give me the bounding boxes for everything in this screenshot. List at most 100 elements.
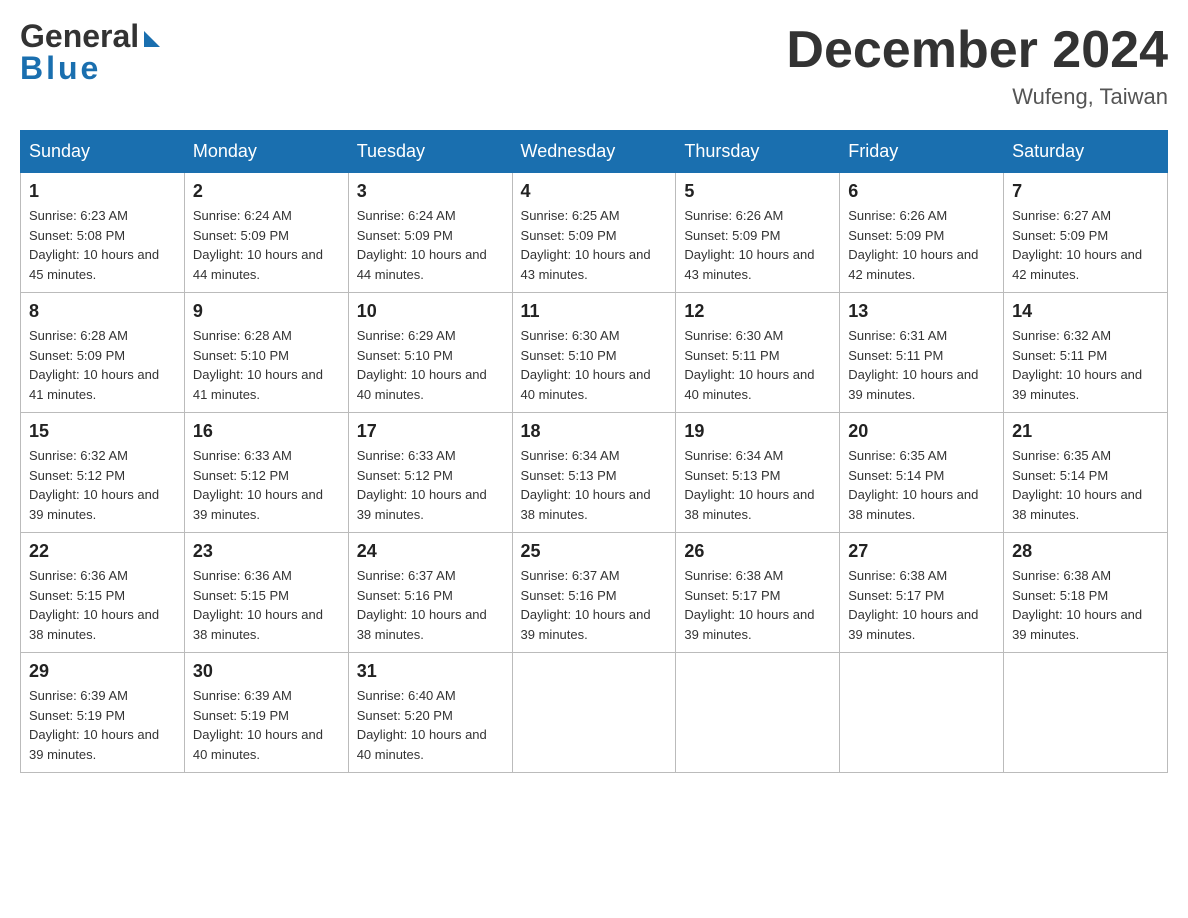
day-info: Sunrise: 6:28 AM Sunset: 5:10 PM Dayligh… bbox=[193, 326, 340, 404]
table-row: 9 Sunrise: 6:28 AM Sunset: 5:10 PM Dayli… bbox=[184, 293, 348, 413]
calendar-week-4: 22 Sunrise: 6:36 AM Sunset: 5:15 PM Dayl… bbox=[21, 533, 1168, 653]
table-row: 31 Sunrise: 6:40 AM Sunset: 5:20 PM Dayl… bbox=[348, 653, 512, 773]
table-row: 20 Sunrise: 6:35 AM Sunset: 5:14 PM Dayl… bbox=[840, 413, 1004, 533]
day-info: Sunrise: 6:37 AM Sunset: 5:16 PM Dayligh… bbox=[357, 566, 504, 644]
calendar-week-1: 1 Sunrise: 6:23 AM Sunset: 5:08 PM Dayli… bbox=[21, 173, 1168, 293]
day-number: 20 bbox=[848, 421, 995, 442]
day-info: Sunrise: 6:26 AM Sunset: 5:09 PM Dayligh… bbox=[848, 206, 995, 284]
day-number: 14 bbox=[1012, 301, 1159, 322]
day-info: Sunrise: 6:36 AM Sunset: 5:15 PM Dayligh… bbox=[193, 566, 340, 644]
day-number: 3 bbox=[357, 181, 504, 202]
day-number: 18 bbox=[521, 421, 668, 442]
day-number: 11 bbox=[521, 301, 668, 322]
page-header: General Blue December 2024 Wufeng, Taiwa… bbox=[20, 20, 1168, 110]
day-info: Sunrise: 6:27 AM Sunset: 5:09 PM Dayligh… bbox=[1012, 206, 1159, 284]
table-row: 14 Sunrise: 6:32 AM Sunset: 5:11 PM Dayl… bbox=[1004, 293, 1168, 413]
day-info: Sunrise: 6:39 AM Sunset: 5:19 PM Dayligh… bbox=[29, 686, 176, 764]
col-thursday: Thursday bbox=[676, 131, 840, 173]
table-row: 2 Sunrise: 6:24 AM Sunset: 5:09 PM Dayli… bbox=[184, 173, 348, 293]
day-info: Sunrise: 6:38 AM Sunset: 5:17 PM Dayligh… bbox=[684, 566, 831, 644]
day-info: Sunrise: 6:25 AM Sunset: 5:09 PM Dayligh… bbox=[521, 206, 668, 284]
logo-blue-text: Blue bbox=[20, 52, 160, 84]
table-row: 28 Sunrise: 6:38 AM Sunset: 5:18 PM Dayl… bbox=[1004, 533, 1168, 653]
day-number: 28 bbox=[1012, 541, 1159, 562]
day-info: Sunrise: 6:35 AM Sunset: 5:14 PM Dayligh… bbox=[1012, 446, 1159, 524]
day-number: 12 bbox=[684, 301, 831, 322]
day-number: 2 bbox=[193, 181, 340, 202]
day-number: 19 bbox=[684, 421, 831, 442]
calendar-header-row: Sunday Monday Tuesday Wednesday Thursday… bbox=[21, 131, 1168, 173]
table-row: 24 Sunrise: 6:37 AM Sunset: 5:16 PM Dayl… bbox=[348, 533, 512, 653]
table-row: 17 Sunrise: 6:33 AM Sunset: 5:12 PM Dayl… bbox=[348, 413, 512, 533]
day-info: Sunrise: 6:39 AM Sunset: 5:19 PM Dayligh… bbox=[193, 686, 340, 764]
day-number: 27 bbox=[848, 541, 995, 562]
day-number: 21 bbox=[1012, 421, 1159, 442]
table-row: 30 Sunrise: 6:39 AM Sunset: 5:19 PM Dayl… bbox=[184, 653, 348, 773]
col-sunday: Sunday bbox=[21, 131, 185, 173]
day-info: Sunrise: 6:30 AM Sunset: 5:10 PM Dayligh… bbox=[521, 326, 668, 404]
day-info: Sunrise: 6:26 AM Sunset: 5:09 PM Dayligh… bbox=[684, 206, 831, 284]
day-info: Sunrise: 6:38 AM Sunset: 5:17 PM Dayligh… bbox=[848, 566, 995, 644]
day-number: 6 bbox=[848, 181, 995, 202]
logo-arrow-icon bbox=[144, 31, 160, 47]
table-row bbox=[1004, 653, 1168, 773]
table-row: 18 Sunrise: 6:34 AM Sunset: 5:13 PM Dayl… bbox=[512, 413, 676, 533]
calendar-week-2: 8 Sunrise: 6:28 AM Sunset: 5:09 PM Dayli… bbox=[21, 293, 1168, 413]
day-number: 13 bbox=[848, 301, 995, 322]
col-monday: Monday bbox=[184, 131, 348, 173]
table-row bbox=[840, 653, 1004, 773]
day-number: 9 bbox=[193, 301, 340, 322]
col-tuesday: Tuesday bbox=[348, 131, 512, 173]
logo: General Blue bbox=[20, 20, 160, 84]
table-row: 29 Sunrise: 6:39 AM Sunset: 5:19 PM Dayl… bbox=[21, 653, 185, 773]
table-row: 27 Sunrise: 6:38 AM Sunset: 5:17 PM Dayl… bbox=[840, 533, 1004, 653]
logo-general-text: General bbox=[20, 20, 139, 52]
table-row: 10 Sunrise: 6:29 AM Sunset: 5:10 PM Dayl… bbox=[348, 293, 512, 413]
table-row: 8 Sunrise: 6:28 AM Sunset: 5:09 PM Dayli… bbox=[21, 293, 185, 413]
day-number: 10 bbox=[357, 301, 504, 322]
table-row: 3 Sunrise: 6:24 AM Sunset: 5:09 PM Dayli… bbox=[348, 173, 512, 293]
day-info: Sunrise: 6:36 AM Sunset: 5:15 PM Dayligh… bbox=[29, 566, 176, 644]
day-number: 31 bbox=[357, 661, 504, 682]
table-row bbox=[512, 653, 676, 773]
col-saturday: Saturday bbox=[1004, 131, 1168, 173]
table-row: 11 Sunrise: 6:30 AM Sunset: 5:10 PM Dayl… bbox=[512, 293, 676, 413]
day-info: Sunrise: 6:32 AM Sunset: 5:12 PM Dayligh… bbox=[29, 446, 176, 524]
table-row: 1 Sunrise: 6:23 AM Sunset: 5:08 PM Dayli… bbox=[21, 173, 185, 293]
day-info: Sunrise: 6:29 AM Sunset: 5:10 PM Dayligh… bbox=[357, 326, 504, 404]
table-row: 15 Sunrise: 6:32 AM Sunset: 5:12 PM Dayl… bbox=[21, 413, 185, 533]
location: Wufeng, Taiwan bbox=[786, 84, 1168, 110]
table-row bbox=[676, 653, 840, 773]
day-number: 1 bbox=[29, 181, 176, 202]
day-number: 24 bbox=[357, 541, 504, 562]
title-section: December 2024 Wufeng, Taiwan bbox=[786, 20, 1168, 110]
calendar-table: Sunday Monday Tuesday Wednesday Thursday… bbox=[20, 130, 1168, 773]
day-number: 26 bbox=[684, 541, 831, 562]
day-number: 25 bbox=[521, 541, 668, 562]
table-row: 6 Sunrise: 6:26 AM Sunset: 5:09 PM Dayli… bbox=[840, 173, 1004, 293]
day-number: 15 bbox=[29, 421, 176, 442]
table-row: 25 Sunrise: 6:37 AM Sunset: 5:16 PM Dayl… bbox=[512, 533, 676, 653]
day-number: 7 bbox=[1012, 181, 1159, 202]
day-info: Sunrise: 6:23 AM Sunset: 5:08 PM Dayligh… bbox=[29, 206, 176, 284]
day-info: Sunrise: 6:32 AM Sunset: 5:11 PM Dayligh… bbox=[1012, 326, 1159, 404]
day-info: Sunrise: 6:31 AM Sunset: 5:11 PM Dayligh… bbox=[848, 326, 995, 404]
day-number: 5 bbox=[684, 181, 831, 202]
day-info: Sunrise: 6:28 AM Sunset: 5:09 PM Dayligh… bbox=[29, 326, 176, 404]
day-info: Sunrise: 6:35 AM Sunset: 5:14 PM Dayligh… bbox=[848, 446, 995, 524]
table-row: 16 Sunrise: 6:33 AM Sunset: 5:12 PM Dayl… bbox=[184, 413, 348, 533]
day-number: 23 bbox=[193, 541, 340, 562]
day-info: Sunrise: 6:30 AM Sunset: 5:11 PM Dayligh… bbox=[684, 326, 831, 404]
day-info: Sunrise: 6:40 AM Sunset: 5:20 PM Dayligh… bbox=[357, 686, 504, 764]
day-info: Sunrise: 6:33 AM Sunset: 5:12 PM Dayligh… bbox=[193, 446, 340, 524]
day-number: 30 bbox=[193, 661, 340, 682]
day-number: 17 bbox=[357, 421, 504, 442]
day-info: Sunrise: 6:24 AM Sunset: 5:09 PM Dayligh… bbox=[193, 206, 340, 284]
day-number: 29 bbox=[29, 661, 176, 682]
table-row: 21 Sunrise: 6:35 AM Sunset: 5:14 PM Dayl… bbox=[1004, 413, 1168, 533]
calendar-week-3: 15 Sunrise: 6:32 AM Sunset: 5:12 PM Dayl… bbox=[21, 413, 1168, 533]
calendar-week-5: 29 Sunrise: 6:39 AM Sunset: 5:19 PM Dayl… bbox=[21, 653, 1168, 773]
table-row: 19 Sunrise: 6:34 AM Sunset: 5:13 PM Dayl… bbox=[676, 413, 840, 533]
table-row: 12 Sunrise: 6:30 AM Sunset: 5:11 PM Dayl… bbox=[676, 293, 840, 413]
table-row: 7 Sunrise: 6:27 AM Sunset: 5:09 PM Dayli… bbox=[1004, 173, 1168, 293]
